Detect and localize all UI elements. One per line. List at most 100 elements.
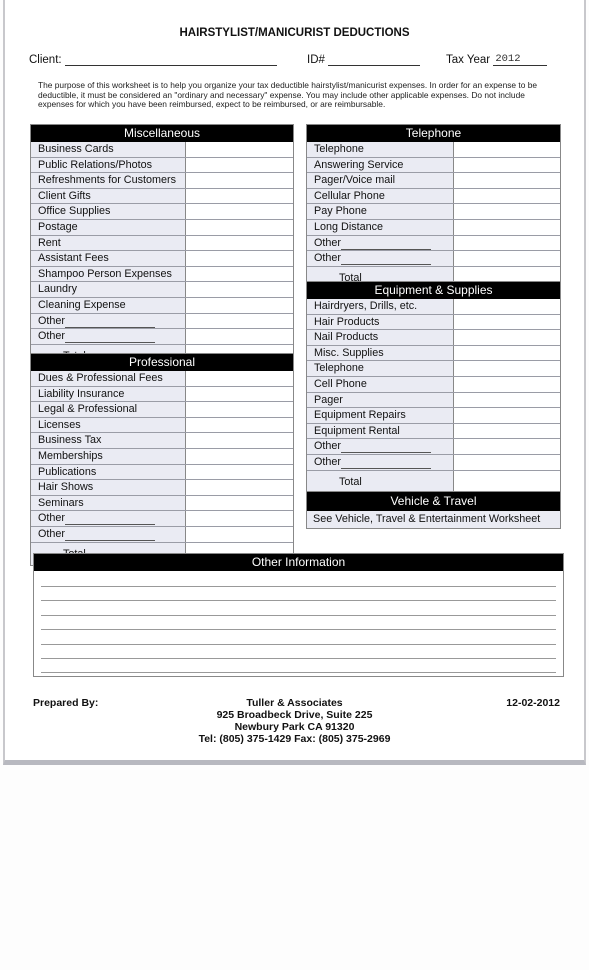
amount-input[interactable] (454, 314, 560, 330)
other-label: Other (314, 252, 342, 265)
amount-input[interactable] (186, 188, 293, 204)
expense-label: Cell Phone (307, 376, 454, 392)
expense-label: Telephone (307, 361, 454, 376)
amount-input[interactable] (186, 526, 293, 542)
amount-input[interactable] (186, 511, 293, 526)
amount-input[interactable] (186, 142, 293, 157)
amount-input[interactable] (454, 470, 560, 493)
amount-input[interactable] (454, 345, 560, 361)
expense-label: Long Distance (307, 219, 454, 235)
company-name: Tuller & Associates (246, 697, 343, 709)
notes-line[interactable] (41, 600, 556, 601)
amount-input[interactable] (186, 282, 293, 297)
amount-input[interactable] (454, 204, 560, 219)
expense-row: Telephone (307, 142, 560, 157)
amount-input[interactable] (186, 157, 293, 173)
amount-input[interactable] (186, 480, 293, 495)
expense-row: Business Tax (31, 432, 293, 448)
other-description-input[interactable] (341, 254, 432, 266)
other-label: Other (38, 527, 66, 540)
notes-line[interactable] (41, 672, 556, 673)
expense-label: Equipment Repairs (307, 408, 454, 423)
amount-input[interactable] (186, 219, 293, 235)
expense-row: Refreshments for Customers (31, 172, 293, 188)
amount-input[interactable] (186, 495, 293, 511)
expense-label: Cellular Phone (307, 188, 454, 204)
amount-input[interactable] (186, 313, 293, 329)
amount-input[interactable] (186, 433, 293, 448)
other-description-input[interactable] (65, 317, 156, 328)
amount-input[interactable] (186, 402, 293, 417)
amount-input[interactable] (186, 448, 293, 464)
expense-row: Long Distance (307, 218, 560, 235)
id-input[interactable] (328, 53, 421, 66)
section-header: Other Information (34, 554, 563, 571)
other-expense-label: Other (307, 439, 454, 454)
notes-line[interactable] (41, 586, 556, 587)
amount-input[interactable] (454, 299, 560, 314)
other-description-input[interactable] (341, 442, 432, 454)
other-expense-row: Other (31, 510, 293, 526)
amount-input[interactable] (454, 376, 560, 392)
notes-line[interactable] (41, 658, 556, 659)
amount-input[interactable] (454, 251, 560, 266)
other-label: Other (38, 512, 66, 525)
client-label: Client: (29, 54, 62, 66)
amount-input[interactable] (454, 219, 560, 235)
expense-label: Cleaning Expense (31, 297, 186, 313)
amount-input[interactable] (186, 235, 293, 251)
notes-line[interactable] (41, 644, 556, 645)
amount-input[interactable] (454, 188, 560, 204)
other-description-input[interactable] (341, 458, 432, 469)
notes-line[interactable] (41, 615, 556, 616)
other-description-input[interactable] (65, 514, 156, 526)
expense-row: Equipment Rental (307, 422, 560, 439)
notes-line[interactable] (41, 629, 556, 630)
other-expense-row: Other (307, 453, 560, 470)
amount-input[interactable] (186, 329, 293, 344)
total-label: Total (307, 470, 454, 493)
amount-input[interactable] (186, 251, 293, 266)
expense-row: Hair Products (307, 313, 560, 330)
amount-input[interactable] (454, 157, 560, 173)
client-input[interactable] (64, 53, 277, 66)
id-label: ID# (307, 54, 325, 66)
address-line-2: Newbury Park CA 91320 (234, 721, 355, 733)
other-description-input[interactable] (65, 530, 156, 541)
amount-input[interactable] (454, 454, 560, 470)
amount-input[interactable] (186, 266, 293, 282)
amount-input[interactable] (454, 173, 560, 188)
amount-input[interactable] (186, 386, 293, 402)
amount-input[interactable] (454, 423, 560, 439)
amount-input[interactable] (186, 173, 293, 188)
expense-row: Memberships (31, 447, 293, 464)
expense-label: Hair Products (307, 314, 454, 330)
amount-input[interactable] (454, 330, 560, 345)
amount-input[interactable] (186, 297, 293, 313)
other-description-input[interactable] (65, 332, 156, 344)
expense-row: Nail Products (307, 329, 560, 345)
amount-input[interactable] (454, 361, 560, 376)
expense-row: Equipment Repairs (307, 407, 560, 423)
miscellaneous-section: Miscellaneous Business Cards Public Relat… (30, 124, 294, 368)
amount-input[interactable] (454, 235, 560, 251)
amount-input[interactable] (186, 417, 293, 433)
amount-input[interactable] (454, 408, 560, 423)
amount-input[interactable] (454, 439, 560, 454)
client-field: Client: (29, 53, 277, 66)
expense-row: Office Supplies (31, 203, 293, 219)
other-expense-label: Other (31, 329, 186, 344)
tax-year-input[interactable]: 2012 (493, 53, 548, 66)
expense-label: Public Relations/Photos (31, 157, 186, 173)
expense-label: Publications (31, 464, 186, 480)
vehicle-worksheet-note: See Vehicle, Travel & Entertainment Work… (307, 511, 560, 528)
expense-label: Shampoo Person Expenses (31, 266, 186, 282)
amount-input[interactable] (454, 142, 560, 157)
amount-input[interactable] (186, 371, 293, 386)
amount-input[interactable] (454, 392, 560, 408)
expense-row: Assistant Fees (31, 250, 293, 266)
amount-input[interactable] (186, 204, 293, 219)
expense-label: Pager/Voice mail (307, 173, 454, 188)
amount-input[interactable] (186, 464, 293, 480)
other-description-input[interactable] (341, 239, 432, 250)
